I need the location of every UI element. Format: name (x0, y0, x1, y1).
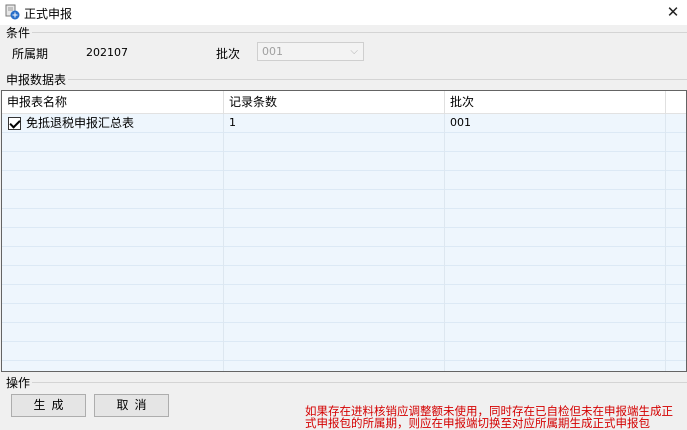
actions-divider (32, 382, 687, 383)
column-divider (444, 114, 445, 371)
app-icon (5, 4, 20, 20)
title-bar: 正式申报 ✕ (0, 0, 687, 25)
notice-line-2: 式申报包的所属期，则应在申报端切换至对应所属期生成正式申报包 (305, 416, 650, 429)
conditions-divider (32, 32, 687, 33)
batch-select[interactable]: 001 ⌵ (257, 42, 364, 61)
batch-label: 批次 (216, 47, 241, 61)
table-row[interactable]: 免抵退税申报汇总表 1 001 (2, 114, 686, 133)
actions-section-label: 操作 (6, 376, 31, 390)
chevron-down-icon: ⌵ (350, 46, 358, 57)
column-divider (223, 114, 224, 371)
row-name: 免抵退税申报汇总表 (26, 116, 135, 130)
generate-button[interactable]: 生成 (11, 394, 86, 417)
window-title: 正式申报 (24, 7, 73, 21)
batch-select-value: 001 (262, 45, 283, 58)
close-icon[interactable]: ✕ (659, 0, 687, 25)
conditions-section-label: 条件 (6, 26, 31, 40)
period-value: 202107 (86, 46, 128, 59)
row-batch: 001 (450, 116, 471, 129)
period-label: 所属期 (12, 47, 49, 61)
column-header-count[interactable]: 记录条数 (224, 91, 445, 114)
table-divider (68, 79, 687, 80)
column-header-name[interactable]: 申报表名称 (2, 91, 224, 114)
table-section-label: 申报数据表 (6, 73, 67, 87)
row-checkbox[interactable] (8, 117, 21, 130)
declaration-table[interactable]: 申报表名称 记录条数 批次 免抵退税申报汇总表 1 001 (1, 90, 687, 372)
column-divider (665, 114, 666, 371)
cancel-button[interactable]: 取消 (94, 394, 169, 417)
table-body: 免抵退税申报汇总表 1 001 (2, 114, 686, 371)
column-header-batch[interactable]: 批次 (445, 91, 666, 114)
warning-notice: 如果存在进料核销应调整额未使用，同时存在已自检但未在申报端生成正 式申报包的所属… (305, 405, 687, 429)
table-header: 申报表名称 记录条数 批次 (2, 91, 686, 114)
row-count: 1 (229, 116, 236, 129)
